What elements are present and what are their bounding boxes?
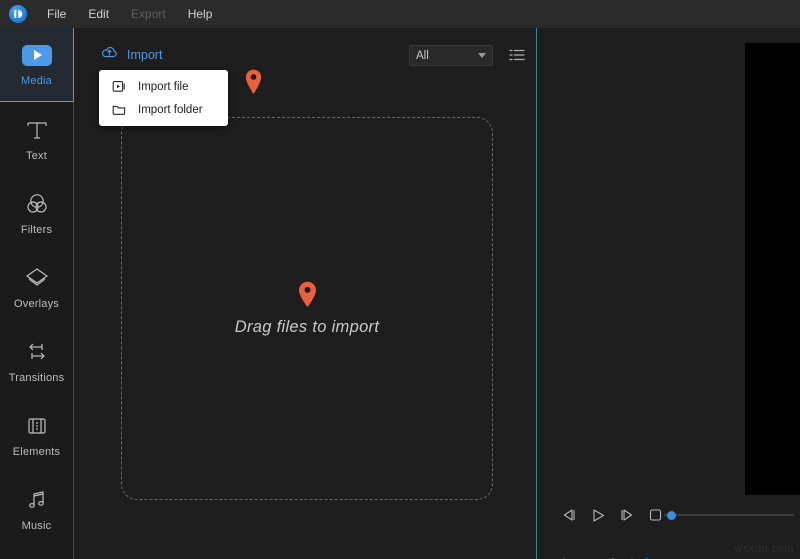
- menu-item-file[interactable]: File: [39, 3, 74, 25]
- import-file-menu-item[interactable]: Import file: [99, 75, 228, 98]
- stop-icon[interactable]: [647, 507, 664, 524]
- sidebar-item-label-filters: Filters: [21, 224, 52, 236]
- location-pin-icon: [245, 69, 262, 95]
- list-view-icon[interactable]: [507, 45, 527, 65]
- video-preview-area: [745, 43, 800, 495]
- play-icon[interactable]: [589, 507, 606, 524]
- chevron-down-icon: [478, 53, 486, 58]
- sidebar-item-label-overlays: Overlays: [14, 298, 59, 310]
- app-logo-icon: [9, 5, 27, 23]
- preview-panel: Aspect ratio 4 : 3: [538, 28, 800, 559]
- sidebar-item-elements[interactable]: Elements: [0, 398, 73, 472]
- video-file-icon: [111, 80, 126, 94]
- menu-item-help[interactable]: Help: [180, 3, 221, 25]
- import-file-label: Import file: [138, 81, 189, 93]
- transitions-icon: [22, 339, 52, 365]
- sidebar-item-text[interactable]: Text: [0, 102, 73, 176]
- cloud-upload-icon: [101, 45, 118, 65]
- import-folder-label: Import folder: [138, 104, 203, 116]
- dropzone-text: Drag files to import: [235, 318, 379, 337]
- sidebar-item-label-text: Text: [26, 150, 47, 162]
- import-button-label: Import: [127, 48, 162, 62]
- sidebar-item-label-transitions: Transitions: [9, 372, 65, 384]
- media-panel: Import All: [75, 28, 537, 559]
- elements-film-icon: [22, 413, 52, 439]
- music-note-icon: [22, 487, 52, 513]
- next-frame-icon[interactable]: [618, 507, 635, 524]
- folder-icon: [111, 103, 126, 117]
- volume-slider[interactable]: [664, 511, 794, 519]
- watermark: wsxdn.com: [734, 543, 794, 555]
- sidebar-item-music[interactable]: Music: [0, 472, 73, 546]
- sidebar-item-overlays[interactable]: Overlays: [0, 250, 73, 324]
- menu-bar: File Edit Export Help: [0, 0, 800, 28]
- media-filter-value: All: [416, 50, 478, 62]
- media-filter-select[interactable]: All: [409, 45, 493, 66]
- previous-frame-icon[interactable]: [560, 507, 577, 524]
- menu-item-edit[interactable]: Edit: [80, 3, 117, 25]
- left-sidebar: Media Text Filters: [0, 28, 74, 559]
- sidebar-item-transitions[interactable]: Transitions: [0, 324, 73, 398]
- import-folder-menu-item[interactable]: Import folder: [99, 98, 228, 121]
- import-button[interactable]: Import: [101, 45, 162, 65]
- location-pin-icon: [298, 281, 317, 308]
- sidebar-item-media[interactable]: Media: [0, 28, 74, 102]
- app-window: File Edit Export Help Media Text: [0, 0, 800, 559]
- import-dropdown-menu: Import file Import folder: [99, 70, 228, 126]
- sidebar-item-filters[interactable]: Filters: [0, 176, 73, 250]
- text-t-icon: [22, 117, 52, 143]
- menu-item-export: Export: [123, 3, 174, 25]
- sidebar-item-label-music: Music: [22, 520, 52, 532]
- sidebar-item-label-elements: Elements: [13, 446, 60, 458]
- filters-icon: [22, 191, 52, 217]
- media-play-icon: [22, 42, 52, 68]
- overlays-icon: [22, 265, 52, 291]
- slider-handle-icon[interactable]: [667, 511, 676, 520]
- sidebar-item-label-media: Media: [21, 75, 52, 87]
- volume-slider-track: [664, 514, 794, 516]
- drag-files-dropzone[interactable]: Drag files to import: [121, 117, 493, 500]
